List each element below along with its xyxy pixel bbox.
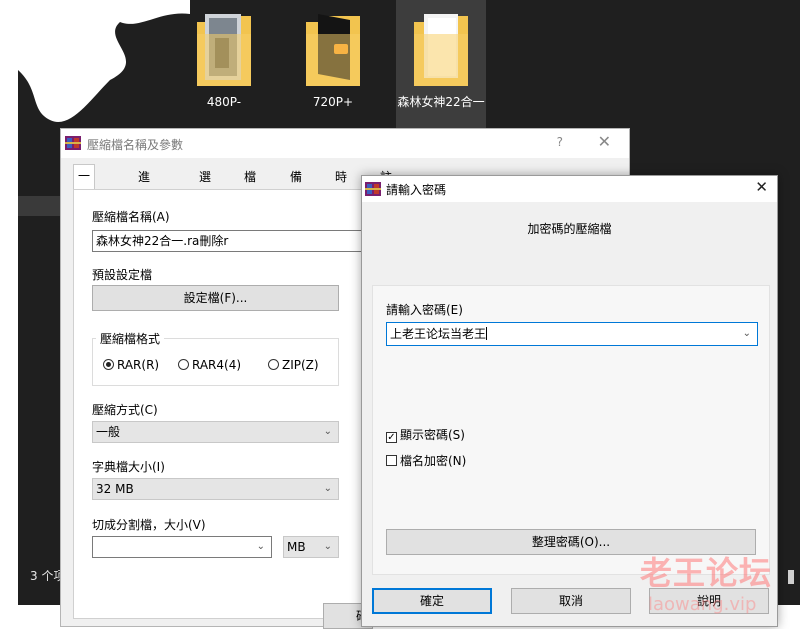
scrollbar-thumb[interactable] [788, 570, 794, 584]
format-rar-radio[interactable]: RAR(R) [103, 358, 159, 372]
archive-format-group-label: 壓縮檔格式 [96, 330, 165, 347]
split-size-input[interactable]: ⌄ [92, 536, 272, 558]
folder-480p[interactable]: 480P- [183, 0, 265, 110]
password-input[interactable]: 上老王论坛当老王 ⌄ [386, 322, 758, 346]
format-rar4-radio[interactable]: RAR4(4) [178, 358, 241, 372]
dialog-title: 請輸入密碼 [386, 183, 447, 197]
folder-name: 森林女神22合一 [397, 95, 485, 109]
close-button[interactable]: ✕ [755, 178, 768, 196]
selected-row-highlight [18, 196, 63, 216]
profiles-button[interactable]: 設定檔(F)... [92, 285, 339, 311]
tab-general[interactable]: 一般設定 [73, 164, 96, 249]
radio-unselected-icon [178, 359, 189, 370]
split-volumes-label: 切成分割檔，大小(V) [92, 518, 206, 532]
dialog-subtitle: 加密碼的壓縮檔 [527, 222, 612, 236]
dialog-title: 壓縮檔名稱及參數 [87, 138, 184, 152]
checkbox-unchecked-icon [386, 455, 397, 466]
watermark-text: 老王论坛 [640, 554, 773, 592]
split-unit-value: MB [287, 540, 306, 554]
redaction-scribble [0, 0, 190, 122]
title-bar: 壓縮檔名稱及參數 ? ✕ [61, 129, 629, 158]
tab-advanced[interactable]: 進階設定 [133, 165, 155, 250]
folder-720p[interactable]: 720P+ [292, 0, 374, 110]
show-password-checkbox[interactable]: ✓ 顯示密碼(S) [386, 428, 465, 443]
chevron-down-icon: ⌄ [256, 541, 265, 552]
chevron-down-icon: ⌄ [323, 541, 332, 552]
help-button[interactable]: ? [557, 135, 563, 149]
tab-time[interactable]: 時間 [330, 165, 352, 206]
password-value: 上老王论坛当老王 [390, 327, 487, 341]
checkbox-checked-icon: ✓ [386, 432, 397, 443]
tab-files[interactable]: 檔案 [239, 165, 261, 206]
folder-icon [197, 14, 251, 86]
folder-icon [306, 14, 360, 86]
chevron-down-icon: ⌄ [323, 426, 332, 437]
ok-button[interactable]: 確定 [372, 588, 492, 614]
dictionary-size-value: 32 MB [96, 482, 134, 496]
compression-method-label: 壓縮方式(C) [92, 403, 158, 417]
compression-method-select[interactable]: 一般 ⌄ [92, 421, 339, 443]
folder-icon [414, 14, 468, 86]
split-unit-select[interactable]: MB ⌄ [283, 536, 339, 558]
dictionary-size-select[interactable]: 32 MB ⌄ [92, 478, 339, 500]
text-caret [486, 327, 488, 340]
archive-name-input[interactable]: 森林女神22合一.ra刪除r [92, 230, 392, 252]
winrar-icon [65, 136, 81, 150]
chevron-down-icon: ⌄ [742, 328, 751, 339]
format-zip-radio[interactable]: ZIP(Z) [268, 358, 319, 372]
profile-label: 預設設定檔 [92, 268, 153, 282]
watermark-url: laowang.vip [648, 594, 757, 615]
dictionary-size-label: 字典檔大小(I) [92, 460, 165, 474]
archive-name-label: 壓縮檔名稱(A) [92, 210, 170, 224]
radio-selected-icon [103, 359, 114, 370]
tab-backup[interactable]: 備份 [285, 165, 307, 206]
folder-name: 480P- [206, 95, 242, 109]
chevron-down-icon: ⌄ [323, 483, 332, 494]
folder-forest-goddess[interactable]: 森林女神22合一 [396, 0, 486, 130]
folder-name: 720P+ [312, 95, 354, 109]
cancel-button[interactable]: 取消 [511, 588, 631, 614]
winrar-icon [365, 182, 381, 196]
title-bar: 請輸入密碼 ✕ [362, 176, 777, 202]
encrypt-file-names-checkbox[interactable]: 檔名加密(N) [386, 454, 466, 468]
compression-method-value: 一般 [96, 425, 121, 439]
password-pane: 請輸入密碼(E) 上老王论坛当老王 ⌄ ✓ 顯示密碼(S) 檔名加密(N) 整理密… [372, 285, 770, 575]
radio-unselected-icon [268, 359, 279, 370]
password-label: 請輸入密碼(E) [386, 303, 463, 317]
close-button[interactable]: ✕ [598, 132, 611, 151]
tab-options[interactable]: 選項 [194, 165, 216, 206]
